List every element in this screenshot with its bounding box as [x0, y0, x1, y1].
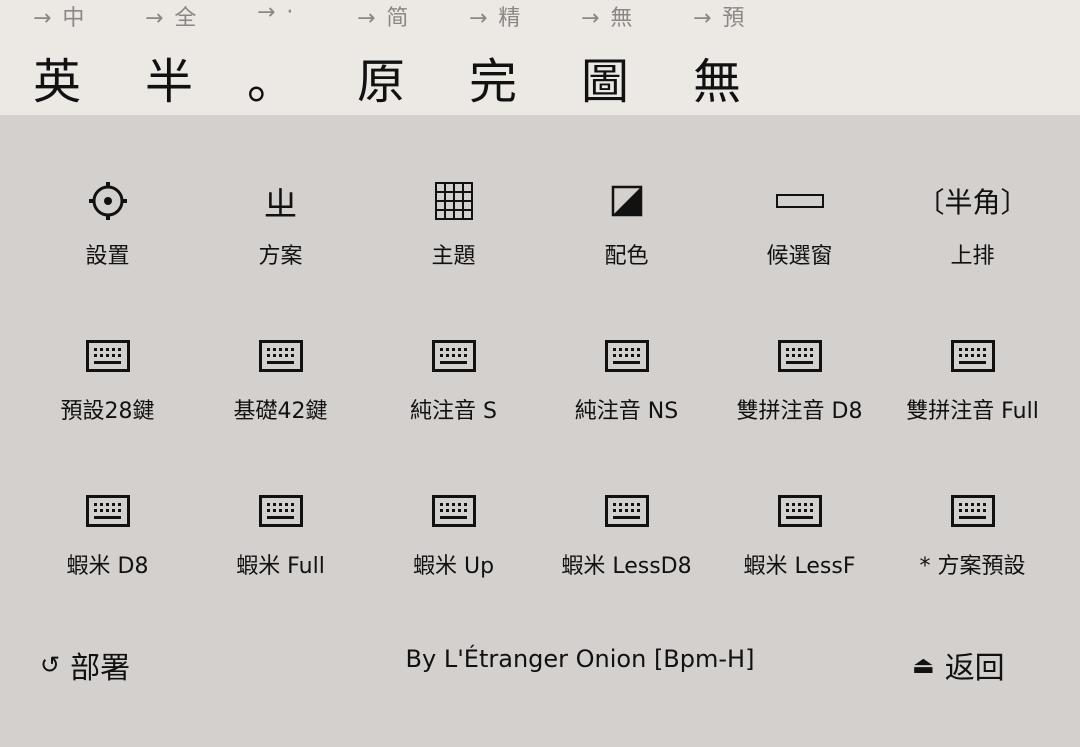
keyboard-icon: [21, 488, 194, 534]
zhuyin-zh-icon: ㄓ: [263, 184, 298, 225]
toggle-state: 圖: [581, 54, 630, 110]
menu-label: 蝦米 Up: [412, 554, 495, 579]
toggle-hint: → 中: [33, 6, 87, 31]
menu-label: * 方案預設: [919, 554, 1026, 579]
keyboard-icon: [713, 488, 886, 534]
toggle-mode[interactable]: → 精 完: [469, 0, 581, 115]
keyboard-icon: [540, 333, 713, 379]
keyboard-icon: [540, 488, 713, 534]
toggle-state: 英: [33, 54, 82, 110]
keyboard-icon: [194, 333, 367, 379]
toggle-hint: → 全: [145, 6, 199, 31]
menu-keyboard-xiami-lessd8[interactable]: 蝦米 LessD8: [540, 470, 713, 600]
menu-label: 雙拼注音 Full: [906, 399, 1039, 424]
toggle-preedit[interactable]: → 預 無: [693, 0, 805, 115]
menu-label: 蝦米 Full: [236, 554, 325, 579]
menu-color[interactable]: 配色: [540, 160, 713, 290]
toggle-state: 原: [357, 54, 406, 110]
menu-keyboard-xiami-full[interactable]: 蝦米 Full: [194, 470, 367, 600]
toggle-hint: → ·: [257, 0, 296, 25]
deploy-label: 部署: [70, 651, 131, 686]
candidate-window-icon: [713, 178, 886, 224]
menu-keyboard-xiami-d8[interactable]: 蝦米 D8: [21, 470, 194, 600]
menu-label: 純注音 S: [410, 399, 497, 424]
menu-label: 基礎42鍵: [233, 399, 328, 424]
menu-label: 純注音 NS: [574, 399, 679, 424]
half-filled-square-icon: [540, 178, 713, 224]
menu-keyboard-28[interactable]: 預設28鍵: [21, 315, 194, 445]
menu-keyboard-shuangpin-full[interactable]: 雙拼注音 Full: [886, 315, 1059, 445]
toggle-punct[interactable]: → · 。: [247, 0, 369, 115]
toggle-state: 完: [469, 54, 518, 110]
eject-icon: ⏏: [912, 651, 935, 679]
back-button[interactable]: ⏏ 返回: [912, 640, 1005, 690]
keyboard-icon: [886, 333, 1059, 379]
half-width-icon: 〔半角〕: [916, 186, 1029, 219]
keyboard-icon: [713, 333, 886, 379]
toggle-state: 無: [693, 54, 742, 110]
menu-label: 蝦米 D8: [66, 554, 149, 579]
toggle-hint: → 預: [693, 6, 747, 31]
toggle-script[interactable]: → 简 原: [357, 0, 469, 115]
keyboard-icon: [21, 333, 194, 379]
keyboard-icon: [367, 488, 540, 534]
refresh-icon: ↺: [40, 651, 61, 679]
toggle-hint: → 简: [357, 6, 411, 31]
menu-keyboard-shuangpin-d8[interactable]: 雙拼注音 D8: [713, 315, 886, 445]
menu-label: 方案: [258, 244, 303, 269]
menu-label: 蝦米 LessF: [743, 554, 856, 579]
menu-schema[interactable]: ㄓ 方案: [194, 160, 367, 290]
keyboard-icon: [886, 488, 1059, 534]
deploy-button[interactable]: ↺ 部署: [40, 640, 130, 690]
toggle-state: 。: [247, 54, 296, 110]
toggle-width[interactable]: → 全 半: [145, 0, 257, 115]
menu-label: 上排: [950, 244, 995, 269]
menu-keyboard-schema-default[interactable]: * 方案預設: [886, 470, 1059, 600]
menu-label: 設置: [85, 244, 130, 269]
gear-icon: [21, 178, 194, 224]
toggle-hint: → 無: [581, 6, 635, 31]
toggle-hint: → 精: [469, 6, 523, 31]
toggle-bar: → 中 英 → 全 半 → · 。 → 简 原 → 精 完 → 無 圖 → 預 …: [0, 0, 1080, 115]
menu-keyboard-xiami-up[interactable]: 蝦米 Up: [367, 470, 540, 600]
menu-label: 預設28鍵: [60, 399, 155, 424]
keyboard-icon: [194, 488, 367, 534]
credit-text: By L'Étranger Onion [Bpm-H]: [405, 645, 755, 673]
menu-keyboard-42[interactable]: 基礎42鍵: [194, 315, 367, 445]
menu-keyboard-zhuyin-ns[interactable]: 純注音 NS: [540, 315, 713, 445]
menu-top-row[interactable]: 〔半角〕 上排: [886, 160, 1059, 290]
menu-label: 蝦米 LessD8: [561, 554, 692, 579]
menu-theme[interactable]: 主題: [367, 160, 540, 290]
menu-label: 配色: [604, 244, 649, 269]
grid-icon: [367, 178, 540, 224]
menu-label: 主題: [431, 244, 476, 269]
menu-label: 雙拼注音 D8: [736, 399, 863, 424]
menu-label: 候選窗: [766, 244, 833, 269]
menu-keyboard-xiami-lessf[interactable]: 蝦米 LessF: [713, 470, 886, 600]
keyboard-icon: [367, 333, 540, 379]
toggle-emoji[interactable]: → 無 圖: [581, 0, 693, 115]
toggle-lang[interactable]: → 中 英: [33, 0, 145, 115]
back-label: 返回: [944, 651, 1005, 686]
menu-settings[interactable]: 設置: [21, 160, 194, 290]
menu-candidate-window[interactable]: 候選窗: [713, 160, 886, 290]
menu-keyboard-zhuyin-s[interactable]: 純注音 S: [367, 315, 540, 445]
toggle-state: 半: [145, 54, 194, 110]
